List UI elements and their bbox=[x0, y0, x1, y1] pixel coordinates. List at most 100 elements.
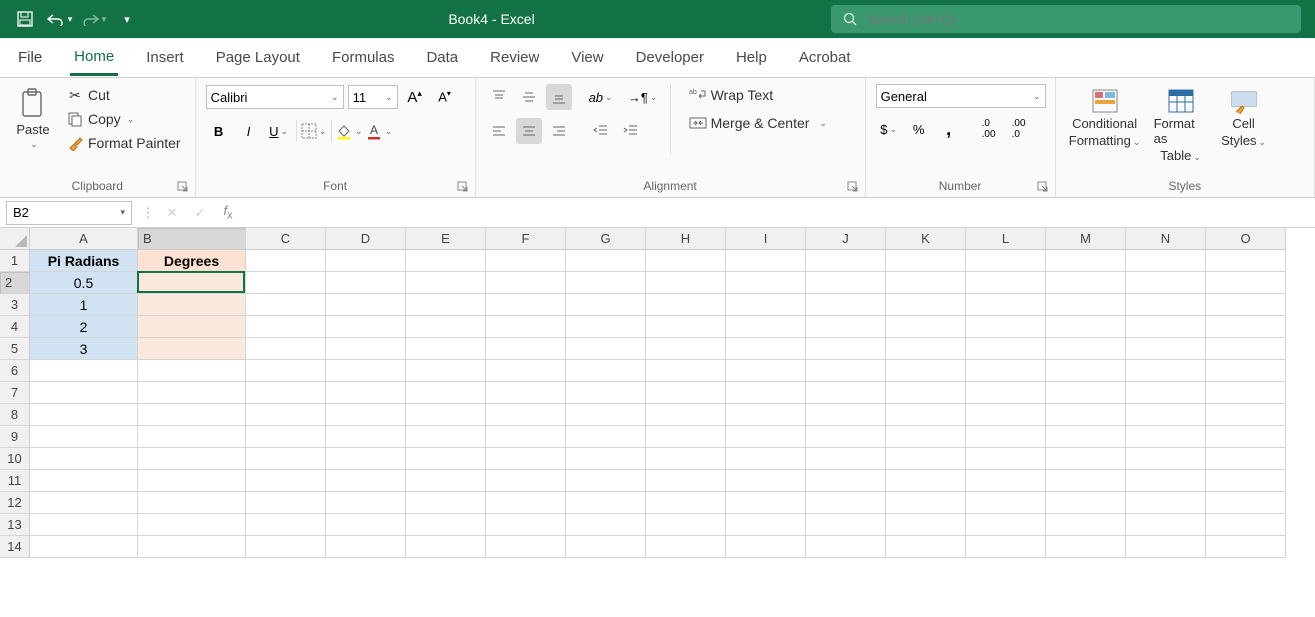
column-header[interactable]: J bbox=[806, 228, 886, 250]
column-header[interactable]: C bbox=[246, 228, 326, 250]
font-dialog-launcher-icon[interactable] bbox=[457, 181, 471, 195]
cell[interactable] bbox=[886, 470, 966, 492]
column-header[interactable]: M bbox=[1046, 228, 1126, 250]
align-top-button[interactable] bbox=[486, 84, 512, 110]
tab-acrobat[interactable]: Acrobat bbox=[795, 41, 855, 74]
copy-button[interactable]: Copy⌄ bbox=[62, 108, 185, 130]
formula-input[interactable] bbox=[242, 201, 1315, 225]
cell[interactable] bbox=[486, 294, 566, 316]
number-dialog-launcher-icon[interactable] bbox=[1037, 181, 1051, 195]
cell[interactable] bbox=[406, 470, 486, 492]
cell[interactable] bbox=[566, 404, 646, 426]
cancel-formula-button[interactable]: ✕ bbox=[158, 205, 186, 221]
cell[interactable] bbox=[1126, 316, 1206, 338]
borders-button[interactable]: ⌄ bbox=[301, 118, 327, 144]
cell[interactable] bbox=[138, 514, 246, 536]
cell[interactable] bbox=[966, 536, 1046, 558]
cell[interactable] bbox=[886, 360, 966, 382]
cell[interactable] bbox=[966, 448, 1046, 470]
cell[interactable] bbox=[726, 514, 806, 536]
cell[interactable] bbox=[566, 448, 646, 470]
cell[interactable] bbox=[886, 404, 966, 426]
cell[interactable] bbox=[886, 536, 966, 558]
cell[interactable] bbox=[1126, 536, 1206, 558]
cell[interactable] bbox=[246, 448, 326, 470]
cell[interactable]: Degrees bbox=[138, 250, 246, 272]
align-left-button[interactable] bbox=[486, 118, 512, 144]
cell[interactable] bbox=[1126, 360, 1206, 382]
tab-insert[interactable]: Insert bbox=[142, 41, 188, 74]
row-header[interactable]: 1 bbox=[0, 250, 30, 272]
cell[interactable] bbox=[806, 338, 886, 360]
column-header[interactable]: I bbox=[726, 228, 806, 250]
format-painter-button[interactable]: Format Painter bbox=[62, 132, 185, 154]
cell[interactable] bbox=[726, 316, 806, 338]
cell[interactable] bbox=[326, 250, 406, 272]
cell[interactable] bbox=[646, 294, 726, 316]
tab-view[interactable]: View bbox=[567, 41, 607, 74]
enter-formula-button[interactable]: ✓ bbox=[186, 205, 214, 221]
cell[interactable] bbox=[138, 360, 246, 382]
column-header[interactable]: O bbox=[1206, 228, 1286, 250]
column-header[interactable]: N bbox=[1126, 228, 1206, 250]
cell[interactable] bbox=[246, 338, 326, 360]
bold-button[interactable]: B bbox=[206, 118, 232, 144]
align-middle-button[interactable] bbox=[516, 84, 542, 110]
cut-button[interactable]: ✂Cut bbox=[62, 84, 185, 106]
cell[interactable] bbox=[806, 382, 886, 404]
cell[interactable] bbox=[486, 536, 566, 558]
cell[interactable] bbox=[966, 316, 1046, 338]
cell[interactable] bbox=[566, 360, 646, 382]
cell[interactable] bbox=[806, 316, 886, 338]
cell[interactable] bbox=[246, 514, 326, 536]
cell[interactable] bbox=[886, 316, 966, 338]
cell[interactable] bbox=[726, 294, 806, 316]
cell[interactable] bbox=[30, 514, 138, 536]
cell[interactable] bbox=[486, 250, 566, 272]
cell[interactable] bbox=[886, 294, 966, 316]
cell[interactable] bbox=[1126, 382, 1206, 404]
cell[interactable] bbox=[1206, 316, 1286, 338]
cell[interactable]: 3 bbox=[30, 338, 138, 360]
cell[interactable] bbox=[138, 338, 246, 360]
cell[interactable]: 2 bbox=[30, 316, 138, 338]
cell[interactable] bbox=[30, 382, 138, 404]
font-name-select[interactable]: Calibri⌄ bbox=[206, 85, 344, 109]
cell[interactable] bbox=[1046, 470, 1126, 492]
cell[interactable] bbox=[326, 514, 406, 536]
cell[interactable] bbox=[1206, 448, 1286, 470]
font-color-button[interactable]: A⌄ bbox=[366, 118, 392, 144]
format-as-table-button[interactable]: Format as Table⌄ bbox=[1148, 84, 1214, 167]
tab-developer[interactable]: Developer bbox=[632, 41, 708, 74]
cell[interactable] bbox=[138, 426, 246, 448]
cell[interactable] bbox=[1206, 404, 1286, 426]
name-box[interactable]: B2▾ bbox=[6, 201, 132, 225]
cell[interactable] bbox=[30, 492, 138, 514]
cell[interactable] bbox=[566, 426, 646, 448]
cell[interactable] bbox=[806, 470, 886, 492]
cell[interactable] bbox=[1126, 492, 1206, 514]
cell[interactable] bbox=[1046, 448, 1126, 470]
column-header[interactable]: A bbox=[30, 228, 138, 250]
cell[interactable] bbox=[486, 316, 566, 338]
cell[interactable] bbox=[486, 514, 566, 536]
cell[interactable] bbox=[326, 470, 406, 492]
cell[interactable] bbox=[726, 404, 806, 426]
cell[interactable] bbox=[726, 382, 806, 404]
cell[interactable] bbox=[406, 536, 486, 558]
cell[interactable] bbox=[486, 338, 566, 360]
cell[interactable] bbox=[1206, 294, 1286, 316]
cell[interactable] bbox=[646, 316, 726, 338]
cell[interactable] bbox=[246, 272, 326, 294]
cell[interactable] bbox=[566, 294, 646, 316]
column-header[interactable]: L bbox=[966, 228, 1046, 250]
cell[interactable] bbox=[30, 536, 138, 558]
cell[interactable] bbox=[886, 250, 966, 272]
cell[interactable] bbox=[1046, 272, 1126, 294]
cell[interactable] bbox=[726, 448, 806, 470]
cell[interactable] bbox=[726, 338, 806, 360]
cell[interactable]: 0.5 bbox=[30, 272, 138, 294]
cell[interactable] bbox=[966, 404, 1046, 426]
column-header[interactable]: E bbox=[406, 228, 486, 250]
align-bottom-button[interactable] bbox=[546, 84, 572, 110]
